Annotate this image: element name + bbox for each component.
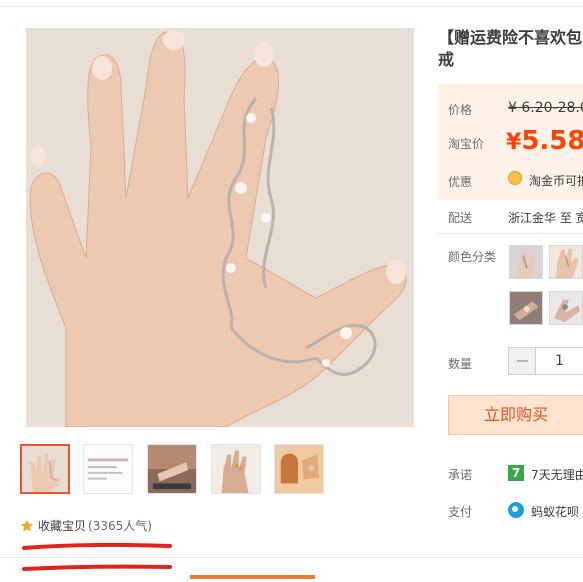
thumbnail-strip [20,444,350,496]
delivery-destination[interactable]: 浙江金华 至 宽 [508,209,583,226]
product-title-line-1: 【赠运费险不喜欢包 [438,28,583,47]
discount-label: 优惠 [448,175,473,189]
red-annotation-underline-2 [22,564,172,571]
bottom-divider [0,557,583,558]
red-annotation-underline-1 [22,543,172,550]
quantity-decrease-button[interactable] [508,347,536,375]
discount-text[interactable]: 淘金币可抵 [529,172,583,189]
taobao-price-value: 5.58 [521,126,583,156]
price-panel: 价格 ¥ 6.20-28.0 淘宝价 ¥5.58 优惠 淘金币可抵 [438,84,583,200]
delivery-label: 配送 [448,211,473,225]
product-title: 【赠运费险不喜欢包 戒 [438,27,583,71]
color-option-3[interactable] [509,291,543,325]
original-price: ¥ 6.20-28.0 [508,100,583,116]
color-label: 颜色分类 [448,250,497,264]
favorite-button[interactable]: 收藏宝贝 (3365人气) [20,517,152,534]
payment-text[interactable]: 蚂蚁花呗 [531,503,579,520]
huabei-icon [508,502,524,518]
payment-label: 支付 [448,505,473,519]
sku-divider [438,233,583,234]
promise-text[interactable]: 7天无理由 [531,466,583,483]
color-option-4[interactable] [549,291,583,325]
color-option-2[interactable] [549,245,583,279]
taojinbi-coin-icon [508,171,522,185]
product-title-line-2: 戒 [438,50,455,69]
favorite-label: 收藏宝贝 [38,519,87,533]
star-icon [20,519,34,532]
buy-now-button[interactable]: 立即购买 [448,395,583,435]
thumbnail-2[interactable] [83,444,133,494]
quantity-label: 数量 [448,357,473,371]
top-divider [0,6,583,7]
promise-label: 承诺 [448,468,473,482]
color-option-1[interactable] [509,245,543,279]
currency-symbol: ¥ [506,130,522,155]
hand-ring-illustration [26,28,414,427]
thumbnail-3[interactable] [147,444,197,494]
price-label: 价格 [448,103,473,117]
favorite-count: (3365人气) [88,519,152,533]
taobao-price-label: 淘宝价 [448,137,485,151]
taobao-price: ¥5.58 [506,126,583,156]
active-tab-indicator [190,575,315,579]
main-product-image[interactable] [26,28,414,427]
seven-day-return-icon: 7 [508,465,524,481]
thumbnail-1[interactable] [20,444,70,494]
quantity-input[interactable]: 1 [535,347,583,375]
thumbnail-5[interactable] [274,444,324,494]
thumbnail-4[interactable] [211,444,261,494]
